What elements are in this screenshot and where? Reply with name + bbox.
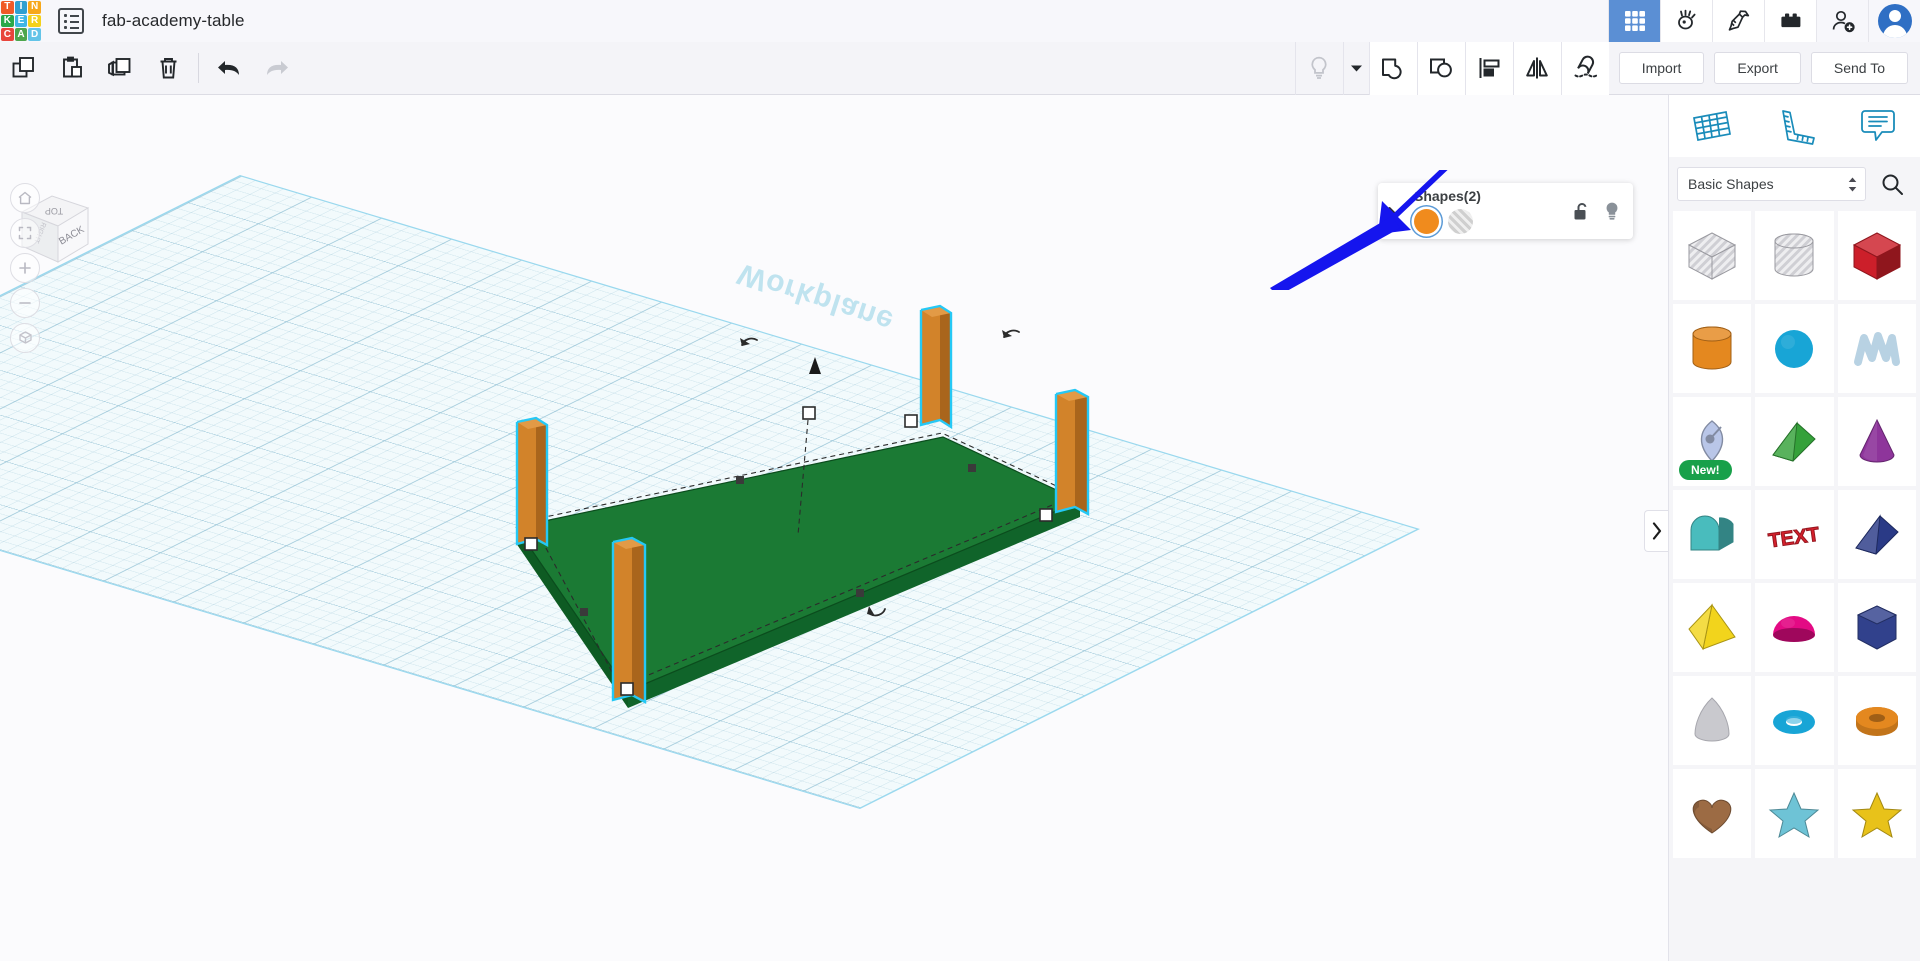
undo-button[interactable] [205,42,253,95]
design-canvas[interactable]: Workplane TOP BACK Shapes(2) [0,95,1668,961]
home-view-button[interactable] [10,183,40,213]
main-toolbar: Import Export Send To [0,41,1920,95]
perspective-toggle-button[interactable] [10,323,40,353]
shape-roof[interactable] [1673,490,1752,579]
chevron-down-icon[interactable] [1378,203,1412,220]
shape-pyramid[interactable] [1673,583,1752,672]
toolbar-right-group: Import Export Send To [1294,41,1920,95]
solid-color-swatch[interactable] [1414,209,1439,234]
chevron-right-icon[interactable] [1644,510,1668,552]
shape-category-filter: Basic Shapes [1669,157,1920,211]
unlocked-padlock-icon[interactable] [1573,201,1595,223]
delete-button[interactable] [144,42,192,95]
view-cube-top-label: TOP [45,206,63,216]
shape-tube[interactable] [1837,676,1916,765]
list-document-icon[interactable] [58,8,84,34]
logo-tile-c: C [1,28,14,41]
add-person-icon[interactable] [1816,0,1868,42]
tab-workplane[interactable] [1669,95,1753,157]
shape-star-yellow[interactable] [1837,769,1916,858]
shape-torus[interactable] [1755,676,1834,765]
fit-to-view-button[interactable] [10,218,40,248]
right-panel-tabs [1669,95,1920,157]
lightbulb-button[interactable] [1294,41,1343,95]
shape-cone[interactable] [1837,397,1916,486]
import-button[interactable]: Import [1618,52,1705,84]
paste-button[interactable] [48,42,96,95]
shape-half-sphere[interactable] [1755,583,1834,672]
shapes-popover-title: Shapes(2) [1414,188,1481,204]
shape-scribble[interactable] [1837,304,1916,393]
svg-text:TEXT: TEXT [1768,523,1822,552]
lego-brick-icon[interactable] [1764,0,1816,42]
shape-text[interactable]: TEXT [1755,490,1834,579]
workplane-grid[interactable] [0,175,1420,809]
updown-caret-icon [1848,177,1857,192]
copy-button[interactable] [0,42,48,95]
send-to-button[interactable]: Send To [1810,52,1908,84]
group-button[interactable] [1368,41,1417,95]
logo-tile-i: I [14,1,28,14]
ungroup-button[interactable] [1416,41,1465,95]
hole-swatch[interactable] [1448,209,1473,234]
header-actions [1608,0,1920,42]
shape-polygon[interactable] [1837,583,1916,672]
logo-tile-r: R [28,14,41,28]
export-button[interactable]: Export [1714,52,1801,84]
shape-heart[interactable] [1673,769,1752,858]
shape-box-hole[interactable] [1673,211,1752,300]
page-title: fab-academy-table [102,11,245,30]
rotate-handle-top-right [1002,329,1020,338]
dropdown-caret-button[interactable] [1342,41,1369,95]
shape-paraboloid[interactable] [1673,676,1752,765]
shapes-popover: Shapes(2) [1378,183,1633,239]
new-badge: New! [1679,460,1732,480]
codeblocks-icon[interactable] [1660,0,1712,42]
tinkercad-logo[interactable]: TIN KER CAD [0,0,42,42]
tab-notes[interactable] [1836,95,1920,157]
mirror-button[interactable] [1512,41,1561,95]
category-select[interactable]: Basic Shapes [1677,167,1866,201]
zoom-in-button[interactable] [10,253,40,283]
logo-tile-a: A [14,28,28,41]
minecraft-pickaxe-icon[interactable] [1712,0,1764,42]
tab-ruler[interactable] [1753,95,1837,157]
duplicate-button[interactable] [96,42,144,95]
grid-apps-icon[interactable] [1608,0,1660,42]
search-icon[interactable] [1872,167,1912,201]
category-select-value: Basic Shapes [1688,176,1774,192]
toolbar-divider [198,53,199,83]
shape-library-grid: New! TEXT [1669,211,1920,858]
shape-wedge[interactable] [1755,397,1834,486]
shape-box[interactable] [1837,211,1916,300]
lightbulb-icon[interactable] [1603,201,1625,223]
top-header-bar: TIN KER CAD fab-academy-table [0,0,1920,42]
logo-tile-t: T [1,1,14,14]
workplane-label: Workplane [733,256,898,339]
magnet-snap-button[interactable] [1560,41,1609,95]
logo-tile-e: E [14,14,28,28]
align-button[interactable] [1464,41,1513,95]
zoom-out-button[interactable] [10,288,40,318]
redo-button[interactable] [253,42,301,95]
shape-star-blue[interactable] [1755,769,1834,858]
logo-tile-d: D [28,28,41,41]
shape-wedge-blue[interactable] [1837,490,1916,579]
right-shapes-panel: Basic Shapes New! TEXT [1668,95,1920,961]
logo-tile-n: N [28,1,41,14]
shape-cylinder-hole[interactable] [1755,211,1834,300]
shape-sphere[interactable] [1755,304,1834,393]
shape-generator[interactable]: New! [1673,397,1752,486]
avatar[interactable] [1868,0,1920,42]
logo-tile-k: K [1,14,14,28]
tinkercad-app: TIN KER CAD fab-academy-table Import Expor… [0,0,1920,961]
shape-cylinder[interactable] [1673,304,1752,393]
